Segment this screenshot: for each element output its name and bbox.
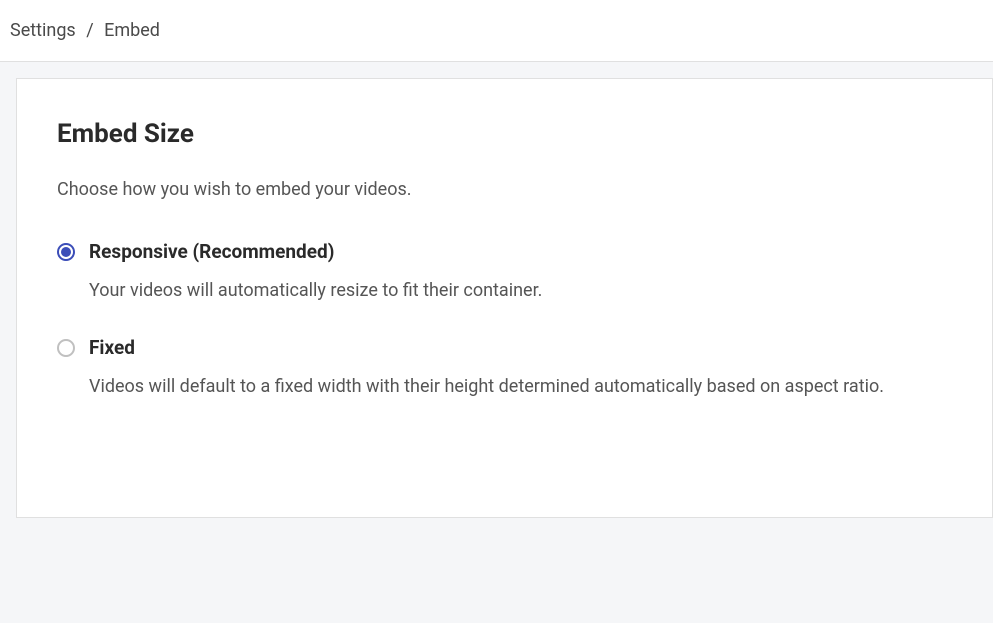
- radio-row[interactable]: Responsive (Recommended): [57, 240, 952, 263]
- radio-label-responsive: Responsive (Recommended): [89, 240, 334, 263]
- breadcrumb: Settings / Embed: [0, 0, 993, 62]
- content-area: Embed Size Choose how you wish to embed …: [0, 62, 993, 518]
- breadcrumb-current: Embed: [104, 20, 160, 41]
- radio-option-fixed: Fixed Videos will default to a fixed wid…: [57, 336, 952, 400]
- breadcrumb-parent[interactable]: Settings: [10, 20, 76, 41]
- radio-label-fixed: Fixed: [89, 336, 135, 359]
- card-title: Embed Size: [57, 119, 952, 149]
- radio-responsive[interactable]: [57, 243, 75, 261]
- radio-fixed[interactable]: [57, 339, 75, 357]
- embed-size-card: Embed Size Choose how you wish to embed …: [16, 78, 993, 518]
- breadcrumb-separator: /: [86, 20, 93, 41]
- radio-description-responsive: Your videos will automatically resize to…: [89, 277, 952, 304]
- radio-description-fixed: Videos will default to a fixed width wit…: [89, 373, 952, 400]
- radio-option-responsive: Responsive (Recommended) Your videos wil…: [57, 240, 952, 304]
- radio-row[interactable]: Fixed: [57, 336, 952, 359]
- card-description: Choose how you wish to embed your videos…: [57, 179, 952, 200]
